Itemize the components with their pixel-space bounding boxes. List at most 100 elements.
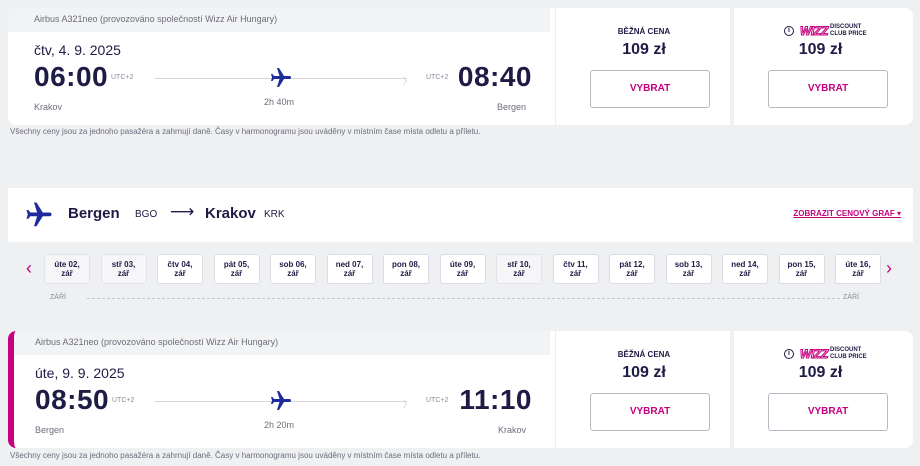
departure-timezone: UTC+2 (112, 397, 135, 404)
club-fare: i WIZZ DISCOUNT CLUB PRICE 109 zł VYBRAT (730, 331, 907, 448)
departure-city: Bergen (35, 425, 65, 435)
date-tab[interactable]: ned 14, zář (722, 254, 768, 284)
info-icon[interactable]: i (784, 26, 794, 36)
select-club-fare-button[interactable]: VYBRAT (768, 70, 888, 108)
airplane-icon (26, 202, 52, 227)
date-tab-day: pát 12, (619, 260, 645, 269)
date-tab-month: zář (513, 269, 525, 278)
wizz-logo: WIZZ (799, 24, 829, 39)
price-disclaimer: Všechny ceny jsou za jednoho pasažéra a … (10, 451, 481, 460)
arrival-city: Krakov (497, 425, 526, 435)
date-tab[interactable]: úte 09, zář (439, 254, 486, 284)
date-tab[interactable]: čtv 11, zář (552, 254, 599, 284)
flight-duration: 2h 40m (264, 97, 295, 107)
club-price-header: i WIZZ DISCOUNT CLUB PRICE (784, 24, 894, 39)
destination-city: Krakov (205, 205, 256, 222)
arrival-timezone: UTC+2 (426, 74, 449, 81)
date-tab-day: pon 08, (391, 260, 420, 269)
date-tab[interactable]: pát 05, zář (213, 254, 260, 284)
destination-code: KRK (264, 209, 285, 220)
club-price-label: DISCOUNT CLUB PRICE (830, 347, 867, 360)
date-tab-day: stř 10, (507, 260, 531, 269)
club-price-header: i WIZZ DISCOUNT CLUB PRICE (784, 347, 894, 362)
origin-city: Bergen (68, 205, 120, 222)
aircraft-info: Airbus A321neo (provozováno společností … (8, 8, 550, 32)
date-tab-month: zář (287, 269, 299, 278)
departure-time: 06:00 (34, 61, 109, 92)
date-tab-day: sob 13, (674, 260, 703, 269)
month-label-end: ZÁŘÍ (843, 294, 859, 301)
date-tab-month: zář (61, 269, 73, 278)
date-tab-day: úte 09, (449, 260, 476, 269)
departure-time: 08:50 (35, 384, 110, 415)
club-fare-price: 109 zł (798, 364, 843, 381)
date-tab-month: zář (569, 269, 582, 278)
date-tab[interactable]: stř 10, zář (496, 254, 542, 284)
chevron-left-icon[interactable]: ‹ (26, 258, 32, 279)
route-header: Bergen BGO ⟶ Krakov KRK ZOBRAZIT CENOVÝ … (8, 188, 913, 242)
info-icon[interactable]: i (784, 349, 794, 359)
regular-fare-label: BĚŽNÁ CENA (617, 350, 671, 359)
regular-fare: BĚŽNÁ CENA 109 zł VYBRAT (555, 331, 732, 448)
date-tab-day: pon 15, (787, 260, 816, 269)
regular-fare-label: BĚŽNÁ CENA (617, 27, 671, 36)
date-tab-day: ned 07, (335, 260, 364, 269)
date-tab[interactable]: pon 15, zář (778, 254, 825, 284)
departure-city: Krakov (34, 102, 63, 112)
date-tab-month: zář (626, 269, 638, 278)
date-tab-month: zář (400, 269, 412, 278)
wizz-logo: WIZZ (799, 347, 829, 362)
date-tab[interactable]: úte 02, zář (44, 254, 90, 284)
date-tab-month: zář (343, 269, 356, 278)
date-tab-day: čtv 11, (563, 260, 588, 269)
date-tab-month: zář (739, 269, 751, 278)
flight-date: čtv, 4. 9. 2025 (34, 42, 121, 58)
date-tab-day: sob 06, (279, 260, 307, 269)
date-tab-month: zář (117, 269, 130, 278)
airplane-icon (271, 391, 291, 410)
date-tab-day: stř 03, (111, 260, 136, 269)
date-tab-month: zář (682, 269, 695, 278)
date-tab[interactable]: čtv 04, zář (157, 254, 203, 284)
arrival-city: Bergen (496, 102, 526, 112)
date-tab-month: zář (852, 269, 864, 278)
date-tab-day: ned 14, (731, 260, 759, 269)
chevron-right-icon[interactable]: › (886, 258, 892, 279)
date-tab[interactable]: sob 06, zář (270, 254, 316, 284)
date-tab[interactable]: stř 03, zář (100, 254, 147, 284)
arrival-time: 11:10 (459, 384, 532, 415)
month-label-start: ZÁŘÍ (50, 294, 66, 301)
date-tab[interactable]: pon 08, zář (383, 254, 429, 284)
date-tab-month: zář (795, 269, 808, 278)
route-arrow-icon: 〉 (403, 76, 413, 86)
flight-info: Airbus A321neo (provozováno společností … (8, 8, 550, 125)
month-divider (87, 298, 840, 299)
arrival-timezone: UTC+2 (426, 397, 449, 404)
date-tab[interactable]: pát 12, zář (609, 254, 655, 284)
club-fare: i WIZZ DISCOUNT CLUB PRICE 109 zł VYBRAT (730, 8, 907, 125)
date-tab[interactable]: ned 07, zář (326, 254, 373, 284)
airplane-icon (271, 68, 291, 87)
price-graph-link[interactable]: ZOBRAZIT CENOVÝ GRAF ▾ (793, 209, 901, 218)
flight-info: Airbus A321neo (provozováno společností … (14, 331, 550, 448)
date-tab-day: úte 16, (845, 260, 871, 269)
flight-card-outbound: Airbus A321neo (provozováno společností … (8, 8, 913, 125)
club-fare-price: 109 zł (798, 41, 843, 58)
route-arrow-icon: ⟶ (170, 202, 195, 221)
date-tab-month: zář (456, 269, 469, 278)
date-tab[interactable]: sob 13, zář (665, 254, 712, 284)
select-regular-fare-button[interactable]: VYBRAT (590, 70, 710, 108)
route-arrow-icon: 〉 (403, 399, 413, 409)
select-club-fare-button[interactable]: VYBRAT (768, 393, 888, 431)
select-regular-fare-button[interactable]: VYBRAT (590, 393, 710, 431)
date-tab-day: pát 05, (223, 260, 250, 269)
date-tab[interactable]: úte 16, zář (835, 254, 881, 284)
club-price-label: DISCOUNT CLUB PRICE (830, 24, 867, 37)
regular-fare-price: 109 zł (622, 364, 666, 381)
date-tab-month: zář (174, 269, 186, 278)
regular-fare: BĚŽNÁ CENA 109 zł VYBRAT (555, 8, 732, 125)
date-tab-month: zář (230, 269, 243, 278)
price-disclaimer: Všechny ceny jsou za jednoho pasažéra a … (10, 127, 481, 136)
arrival-time: 08:40 (457, 61, 532, 92)
flight-date: úte, 9. 9. 2025 (35, 365, 125, 381)
